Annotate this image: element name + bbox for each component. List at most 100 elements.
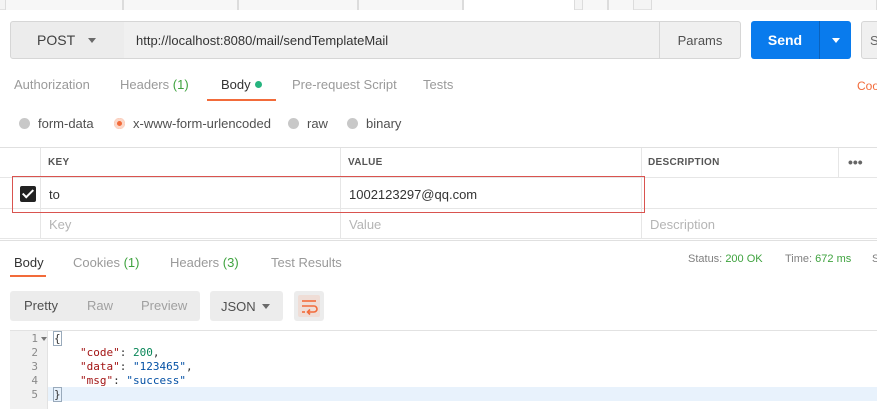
code-link[interactable]: Coo (857, 79, 877, 93)
line-number: 5 (31, 388, 38, 401)
tab-label: Cookies (73, 255, 120, 270)
tab-label: Body (221, 77, 251, 92)
format-select[interactable]: JSON (210, 291, 283, 321)
tab-label: Test Results (271, 255, 342, 270)
json-punct: , (152, 346, 160, 359)
url-input[interactable]: http://localhost:8080/mail/sendTemplateM… (124, 21, 660, 59)
active-line-highlight (48, 387, 877, 401)
table-column-divider (838, 148, 839, 177)
time-value: 672 ms (815, 253, 852, 265)
new-description-field[interactable]: Description (650, 217, 715, 232)
status-label: Status: (688, 253, 723, 265)
tab-label: Authorization (14, 77, 90, 92)
method-label: POST (37, 32, 76, 48)
time-readout: Time: 672 ms (785, 253, 851, 265)
chevron-down-icon (262, 304, 270, 309)
wrap-lines-button[interactable] (294, 291, 324, 321)
tab-body[interactable]: Body (221, 77, 262, 92)
json-key: "msg" (80, 374, 114, 387)
request-tab-active[interactable] (463, 0, 575, 10)
method-select[interactable]: POST (10, 21, 125, 59)
json-punct: : (119, 360, 133, 373)
radio-selected-icon (114, 118, 125, 129)
json-punct: : (119, 346, 133, 359)
tab-authorization[interactable]: Authorization (14, 77, 90, 92)
table-top-border (0, 147, 877, 148)
wrap-lines-icon (298, 295, 320, 317)
table-divider (0, 238, 877, 239)
add-tab-button[interactable] (582, 0, 608, 10)
status-value: 200 OK (725, 253, 763, 265)
column-header-description: DESCRIPTION (648, 157, 720, 168)
response-tab-headers[interactable]: Headers (3) (170, 255, 239, 270)
tab-tests[interactable]: Tests (423, 77, 453, 92)
code-line: { (53, 331, 62, 346)
time-label: Time: (785, 253, 813, 265)
tab-label: Body (14, 255, 44, 270)
code-line: "code": 200, (80, 346, 160, 360)
raw-view-button[interactable]: Raw (87, 298, 113, 313)
params-button[interactable]: Params (659, 21, 741, 59)
save-button[interactable]: S (861, 21, 877, 59)
tab-label: Tests (423, 77, 454, 92)
code-line: "data": "123465", (80, 360, 193, 374)
code-line: } (53, 387, 62, 402)
column-header-key: KEY (48, 157, 70, 168)
environment-selector[interactable] (651, 0, 877, 10)
response-tab-test-results[interactable]: Test Results (271, 255, 342, 270)
status-readout: Status: 200 OK (688, 253, 763, 265)
tab-menu-button[interactable] (608, 0, 634, 10)
request-tab[interactable] (238, 0, 358, 10)
active-tab-indicator (10, 275, 46, 277)
modified-dot-icon (254, 81, 262, 88)
new-key-field[interactable]: Key (49, 217, 71, 232)
request-tab[interactable] (123, 0, 238, 10)
radio-x-www-form-urlencoded[interactable]: x-www-form-urlencoded (114, 116, 271, 131)
radio-binary[interactable]: binary (347, 116, 401, 131)
active-tab-indicator (207, 99, 276, 101)
line-number: 4 (31, 374, 38, 387)
line-number[interactable]: 1 (10, 332, 47, 346)
radio-label: x-www-form-urlencoded (133, 116, 271, 131)
json-string: "success" (126, 374, 186, 387)
format-label: JSON (221, 298, 256, 314)
tab-label: Pre-request Script (292, 77, 397, 92)
send-button[interactable]: Send (751, 21, 819, 59)
tab-pre-request-script[interactable]: Pre-request Script (292, 77, 397, 92)
json-number: 200 (133, 346, 153, 359)
json-string: "123465" (133, 360, 186, 373)
json-punct: , (185, 360, 193, 373)
json-brace: { (53, 331, 62, 346)
pretty-view-button[interactable]: Pretty (24, 298, 58, 313)
send-label: Send (767, 32, 803, 48)
json-key: "code" (80, 346, 120, 359)
request-tab[interactable] (5, 0, 123, 10)
highlight-annotation-box (12, 176, 645, 213)
tab-count-badge: (1) (172, 77, 189, 92)
radio-circle-icon (347, 118, 358, 129)
line-number: 2 (31, 346, 38, 359)
radio-label: binary (366, 116, 402, 131)
new-value-field[interactable]: Value (349, 217, 381, 232)
more-options-icon[interactable]: ••• (848, 154, 863, 170)
size-readout: S (872, 253, 877, 265)
radio-form-data[interactable]: form-data (19, 116, 94, 131)
params-label: Params (677, 32, 723, 48)
url-text: http://localhost:8080/mail/sendTemplateM… (136, 32, 389, 48)
tab-label: Headers (120, 77, 170, 92)
send-options-button[interactable] (819, 21, 851, 59)
radio-raw[interactable]: raw (288, 116, 328, 131)
radio-label: raw (307, 116, 328, 131)
response-tab-cookies[interactable]: Cookies (1) (73, 255, 139, 270)
tab-label: Headers (170, 255, 220, 270)
code-line: "msg": "success" (80, 374, 186, 388)
request-tab[interactable] (358, 0, 463, 10)
response-tab-body[interactable]: Body (14, 255, 44, 270)
editor-border (10, 330, 877, 331)
column-header-value: VALUE (348, 157, 383, 168)
tab-count-badge: (3) (222, 255, 239, 270)
tab-headers[interactable]: Headers (1) (120, 77, 189, 92)
json-brace: } (53, 387, 62, 402)
radio-circle-icon (288, 118, 299, 129)
preview-button[interactable]: Preview (141, 298, 187, 313)
